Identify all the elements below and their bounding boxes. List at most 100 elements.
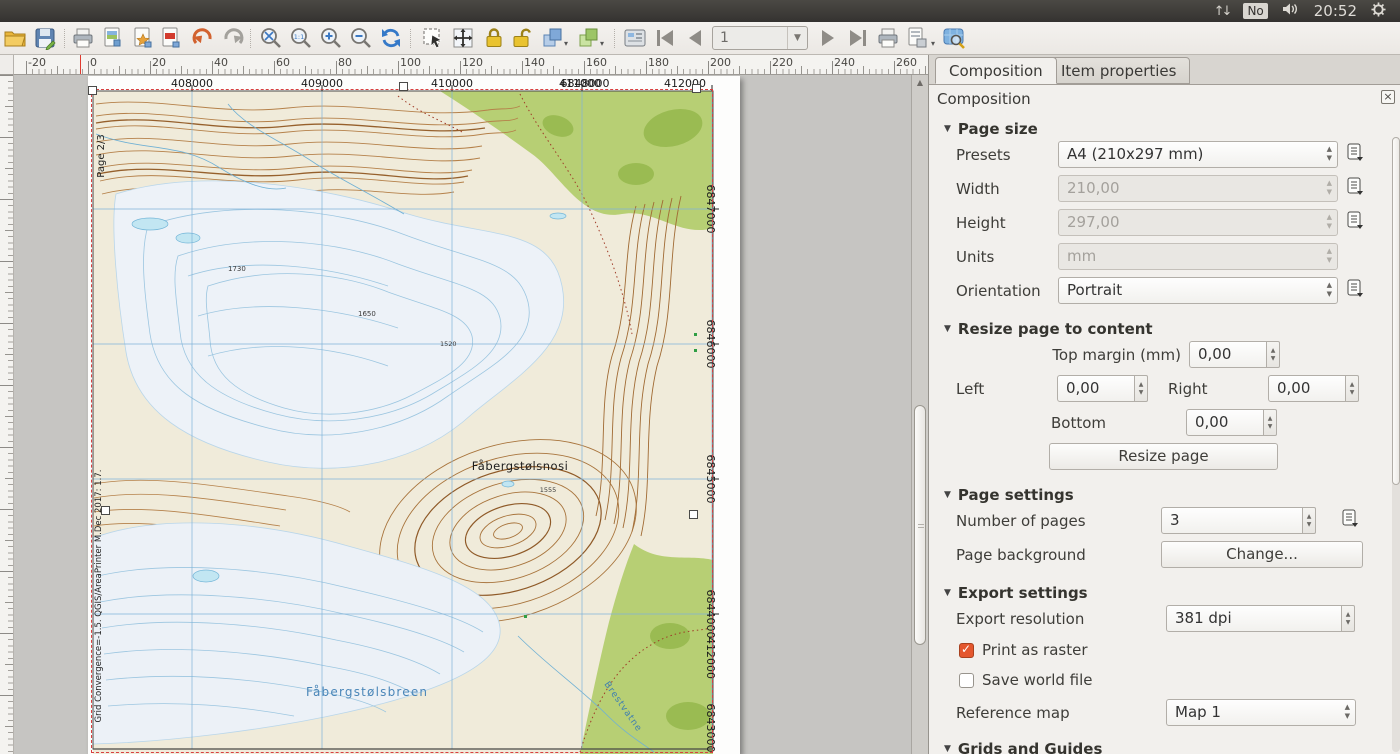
export-svg-icon[interactable] (130, 25, 156, 51)
undo-icon[interactable] (190, 25, 216, 51)
export-resolution-field[interactable]: 381 dpi (1166, 605, 1342, 632)
export-image-icon[interactable] (100, 25, 126, 51)
raise-items-icon[interactable]: ▾ (540, 25, 572, 51)
align-items-icon[interactable]: ▾ (576, 25, 608, 51)
lock-icon[interactable] (481, 25, 507, 51)
atlas-next-icon[interactable] (815, 25, 841, 51)
height-spinbox: 297,00▲▼ (1058, 209, 1338, 236)
network-indicator-icon[interactable]: ↑↓ (1214, 4, 1230, 19)
chevron-down-icon[interactable]: ▼ (787, 27, 807, 49)
map-item[interactable] (93, 91, 713, 749)
section-resize-page[interactable]: ▼Resize page to content (944, 320, 1389, 338)
spinner-icon[interactable]: ▲▼ (1342, 605, 1355, 632)
collapse-arrow-icon: ▼ (944, 490, 951, 500)
clock[interactable]: 20:52 (1314, 2, 1357, 20)
selection-handle[interactable] (692, 84, 701, 93)
section-page-size[interactable]: ▼Page size (944, 120, 1389, 138)
close-icon[interactable]: × (1381, 90, 1395, 104)
move-content-icon[interactable] (450, 25, 476, 51)
number-of-pages-field[interactable]: 3 (1161, 507, 1303, 534)
ruler-label: 120 (462, 56, 483, 69)
redo-icon[interactable] (220, 25, 246, 51)
print-atlas-icon[interactable] (875, 25, 901, 51)
toolbar-separator (250, 29, 251, 48)
top-margin-field[interactable]: 0,00 (1189, 341, 1267, 368)
scrollbar-thumb[interactable] (914, 405, 926, 645)
top-margin-label: Top margin (mm) (1039, 346, 1189, 364)
refresh-icon[interactable] (378, 25, 404, 51)
page-background-change-button[interactable]: Change... (1161, 541, 1363, 568)
collapse-arrow-icon: ▼ (944, 324, 951, 334)
selection-handle[interactable] (689, 510, 698, 519)
ruler-label: 240 (834, 56, 855, 69)
panel-title: Composition (937, 90, 1031, 108)
spinner-icon[interactable]: ▲▼ (1264, 409, 1277, 436)
zoom-out-icon[interactable] (348, 25, 374, 51)
bottom-margin-field[interactable]: 0,00 (1186, 409, 1264, 436)
orientation-label: Orientation (956, 282, 1058, 300)
ruler-label: 0 (90, 56, 97, 69)
reference-map-combo[interactable]: Map 1▲▼ (1166, 699, 1356, 726)
atlas-settings-icon[interactable] (622, 25, 648, 51)
scrollbar-thumb[interactable] (1392, 137, 1400, 485)
composition-page[interactable]: 408000 409000 410000 411000 6848000 4120… (88, 76, 740, 754)
data-defined-override-icon[interactable] (1346, 279, 1365, 302)
section-export-settings[interactable]: ▼Export settings (944, 584, 1389, 602)
export-atlas-icon[interactable]: ▾ (905, 25, 939, 51)
ruler-label: 260 (896, 56, 917, 69)
composer-workarea: -20020406080100120140160180200220240260 (0, 55, 928, 754)
horizontal-ruler[interactable]: -20020406080100120140160180200220240260 (14, 55, 928, 75)
print-icon[interactable] (70, 25, 96, 51)
presets-combo[interactable]: A4 (210x297 mm)▲▼ (1058, 141, 1338, 168)
ruler-label: -20 (28, 56, 46, 69)
open-icon[interactable] (2, 25, 28, 51)
print-as-raster-checkbox[interactable] (959, 643, 974, 658)
tab-item-properties[interactable]: Item properties (1047, 57, 1190, 84)
resize-page-button[interactable]: Resize page (1049, 443, 1278, 470)
selection-handle[interactable] (88, 86, 97, 95)
presets-label: Presets (956, 146, 1058, 164)
keyboard-layout-indicator[interactable]: No (1243, 3, 1267, 19)
data-defined-override-icon[interactable] (1346, 143, 1365, 166)
atlas-last-icon[interactable] (845, 25, 871, 51)
canvas-vertical-scrollbar[interactable]: ▲ (911, 75, 928, 754)
volume-icon[interactable] (1282, 2, 1300, 20)
spinner-icon[interactable]: ▲▼ (1267, 341, 1280, 368)
panel-scrollbar[interactable] (1392, 137, 1400, 752)
tab-composition[interactable]: Composition (935, 57, 1057, 84)
data-defined-override-icon[interactable] (1346, 177, 1365, 200)
scroll-up-arrow[interactable]: ▲ (912, 75, 928, 91)
save-icon[interactable] (32, 25, 58, 51)
section-heading: Page settings (958, 486, 1074, 504)
vertical-ruler[interactable] (0, 75, 14, 754)
atlas-page-input[interactable] (713, 27, 787, 49)
session-gear-icon[interactable] (1371, 2, 1386, 21)
collapse-arrow-icon: ▼ (944, 124, 951, 134)
selection-handle[interactable] (399, 82, 408, 91)
select-move-item-icon[interactable] (420, 25, 446, 51)
save-world-file-checkbox[interactable] (959, 673, 974, 688)
zoom-in-icon[interactable] (318, 25, 344, 51)
data-defined-override-icon[interactable] (1346, 211, 1365, 234)
grid-label-northing: 6848000 (561, 77, 610, 90)
atlas-first-icon[interactable] (652, 25, 678, 51)
left-margin-field[interactable]: 0,00 (1057, 375, 1135, 402)
preview-atlas-icon[interactable] (941, 25, 967, 51)
zoom-full-icon[interactable] (258, 25, 284, 51)
zoom-actual-icon[interactable]: 1:1 (288, 25, 314, 51)
panel-content: ▼Page size Presets A4 (210x297 mm)▲▼ Wid… (929, 111, 1389, 754)
spinner-icon[interactable]: ▲▼ (1303, 507, 1316, 534)
section-page-settings[interactable]: ▼ Page settings (944, 486, 1389, 504)
spinner-icon[interactable]: ▲▼ (1135, 375, 1148, 402)
export-pdf-icon[interactable] (158, 25, 184, 51)
unlock-icon[interactable] (509, 25, 535, 51)
orientation-combo[interactable]: Portrait▲▼ (1058, 277, 1338, 304)
right-margin-field[interactable]: 0,00 (1268, 375, 1346, 402)
section-grids-guides[interactable]: ▼Grids and Guides (944, 740, 1389, 754)
spinner-icon[interactable]: ▲▼ (1346, 375, 1359, 402)
atlas-page-spinbox[interactable]: ▼ (712, 26, 808, 50)
selection-handle[interactable] (101, 506, 110, 515)
height-label: Height (956, 214, 1058, 232)
data-defined-override-icon[interactable] (1341, 509, 1360, 532)
atlas-prev-icon[interactable] (682, 25, 708, 51)
